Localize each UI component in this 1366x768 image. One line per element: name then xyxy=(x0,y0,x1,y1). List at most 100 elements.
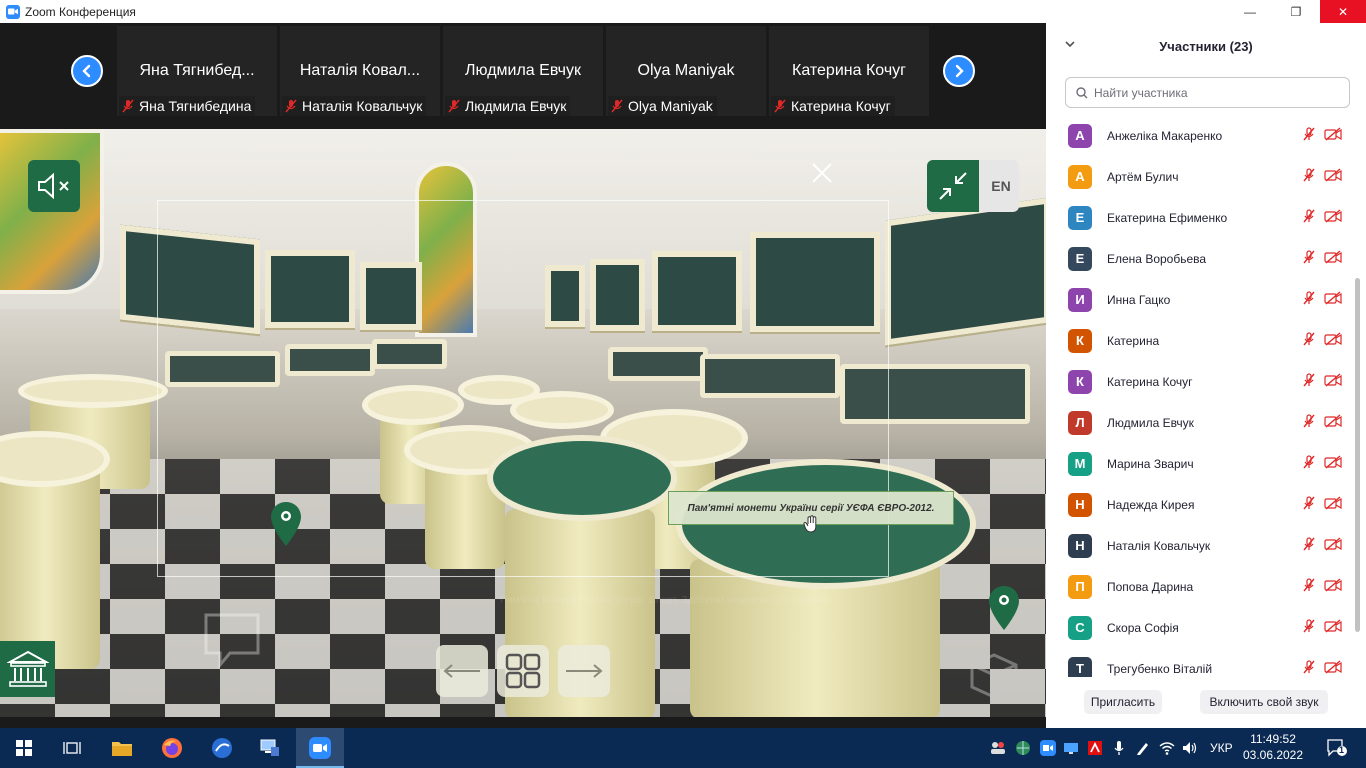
participant-name: Трегубенко Віталій xyxy=(1107,661,1213,676)
participant-search[interactable] xyxy=(1065,77,1350,108)
video-off-icon[interactable] xyxy=(1324,578,1342,597)
globe-tray-icon[interactable] xyxy=(1015,740,1031,756)
search-icon xyxy=(1076,86,1088,98)
participant-row[interactable]: С Скора Софія xyxy=(1046,607,1356,648)
pedestal-top xyxy=(18,374,168,408)
location-pin-icon[interactable] xyxy=(987,584,1021,632)
restore-button[interactable]: ❐ xyxy=(1272,0,1320,23)
people-tray-icon[interactable] xyxy=(990,740,1006,756)
unmute-self-button[interactable]: Включить свой звук xyxy=(1200,690,1328,714)
muted-mic-icon[interactable] xyxy=(1302,660,1316,677)
participant-row[interactable]: А Артём Булич xyxy=(1046,156,1356,197)
video-off-icon[interactable] xyxy=(1324,455,1342,474)
video-off-icon[interactable] xyxy=(1324,373,1342,392)
video-off-icon[interactable] xyxy=(1324,250,1342,269)
video-tile[interactable]: Катерина Кочуг Катерина Кочуг xyxy=(769,26,929,116)
video-tile[interactable]: Наталія Ковал... Наталія Ковальчук xyxy=(280,26,440,116)
exit-fullscreen-button[interactable] xyxy=(927,160,979,212)
video-tile[interactable]: Яна Тягнибед... Яна Тягнибедина xyxy=(117,26,277,116)
participant-row[interactable]: А Анжеліка Макаренко xyxy=(1046,115,1356,156)
video-off-icon[interactable] xyxy=(1324,127,1342,146)
minimize-button[interactable]: — xyxy=(1226,0,1274,23)
muted-mic-icon[interactable] xyxy=(1302,455,1316,474)
muted-mic-icon[interactable] xyxy=(1302,250,1316,269)
museum-home-button[interactable] xyxy=(0,641,55,697)
muted-mic-icon[interactable] xyxy=(1302,619,1316,638)
cube-view-icon[interactable] xyxy=(966,651,1022,699)
video-off-icon[interactable] xyxy=(1324,291,1342,310)
muted-mic-icon[interactable] xyxy=(1302,291,1316,310)
muted-mic-icon xyxy=(122,99,134,113)
video-tile[interactable]: Olya Maniyak Olya Maniyak xyxy=(606,26,766,116)
zoom-tray-icon[interactable] xyxy=(1040,740,1056,756)
participant-row[interactable]: П Попова Дарина xyxy=(1046,566,1356,607)
participant-row[interactable]: Е Екатерина Ефименко xyxy=(1046,197,1356,238)
participant-row[interactable]: К Катерина xyxy=(1046,320,1356,361)
muted-mic-icon[interactable] xyxy=(1302,414,1316,433)
participant-row[interactable]: Н Наталія Ковальчук xyxy=(1046,525,1356,566)
muted-mic-icon[interactable] xyxy=(1302,127,1316,146)
video-off-icon[interactable] xyxy=(1324,414,1342,433)
muted-mic-icon[interactable] xyxy=(1302,209,1316,228)
chevron-right-icon xyxy=(955,64,964,78)
start-button[interactable] xyxy=(0,728,48,768)
keyboard-language[interactable]: УКР xyxy=(1210,741,1233,755)
participant-name: Попова Дарина xyxy=(1107,579,1194,594)
participant-row[interactable]: Т Трегубенко Віталій xyxy=(1046,648,1356,677)
chevron-down-icon[interactable] xyxy=(1064,39,1076,49)
video-off-icon[interactable] xyxy=(1324,660,1342,677)
browser-button[interactable] xyxy=(198,728,246,768)
participants-footer: Пригласить Включить свой звук xyxy=(1046,687,1366,717)
pen-tray-icon[interactable] xyxy=(1135,740,1151,756)
close-overlay-icon[interactable] xyxy=(810,161,834,185)
location-pin-icon[interactable] xyxy=(269,500,303,548)
video-off-icon[interactable] xyxy=(1324,168,1342,187)
network-app-button[interactable] xyxy=(246,728,294,768)
muted-mic-icon[interactable] xyxy=(1302,168,1316,187)
comment-icon[interactable] xyxy=(200,611,264,671)
next-scene-button[interactable] xyxy=(558,645,610,697)
notifications-button[interactable]: 1 xyxy=(1326,739,1348,757)
muted-mic-icon[interactable] xyxy=(1302,537,1316,556)
scene-grid-button[interactable] xyxy=(497,645,549,697)
participant-row[interactable]: И Инна Гацко xyxy=(1046,279,1356,320)
video-off-icon[interactable] xyxy=(1324,496,1342,515)
muted-mic-icon[interactable] xyxy=(1302,496,1316,515)
close-window-button[interactable]: ✕ xyxy=(1320,0,1366,23)
display-tray-icon[interactable] xyxy=(1063,740,1079,756)
participant-row[interactable]: Е Елена Воробьева xyxy=(1046,238,1356,279)
video-off-icon[interactable] xyxy=(1324,209,1342,228)
microphone-tray-icon[interactable] xyxy=(1111,740,1127,756)
zoom-taskbar-button[interactable] xyxy=(296,728,344,768)
participant-row[interactable]: Н Надежда Кирея xyxy=(1046,484,1356,525)
sound-toggle-button[interactable] xyxy=(28,160,80,212)
volume-tray-icon[interactable] xyxy=(1182,740,1198,756)
muted-mic-icon[interactable] xyxy=(1302,332,1316,351)
muted-mic-icon[interactable] xyxy=(1302,578,1316,597)
next-page-button[interactable] xyxy=(943,55,975,87)
tile-label-text: Наталія Ковальчук xyxy=(302,98,423,114)
language-toggle[interactable]: EN xyxy=(983,160,1019,212)
shared-screen-tour[interactable]: EN Пам'ятні монети України серії УЄФА ЄВ… xyxy=(0,129,1046,717)
participant-row[interactable]: К Катерина Кочуг xyxy=(1046,361,1356,402)
video-off-icon[interactable] xyxy=(1324,537,1342,556)
prev-page-button[interactable] xyxy=(71,55,103,87)
search-input[interactable] xyxy=(1094,85,1334,100)
file-explorer-button[interactable] xyxy=(98,728,146,768)
video-off-icon[interactable] xyxy=(1324,332,1342,351)
wifi-tray-icon[interactable] xyxy=(1159,740,1175,756)
system-clock[interactable]: 11:49:52 03.06.2022 xyxy=(1238,731,1308,763)
video-off-icon[interactable] xyxy=(1324,619,1342,638)
invite-button[interactable]: Пригласить xyxy=(1084,690,1162,714)
amd-tray-icon[interactable] xyxy=(1087,740,1103,756)
image-caption: Пам'ятні монети України (серія: Спорт, З… xyxy=(500,595,830,606)
firefox-button[interactable] xyxy=(148,728,196,768)
participants-scrollbar[interactable] xyxy=(1355,278,1360,632)
muted-mic-icon[interactable] xyxy=(1302,373,1316,392)
participant-row[interactable]: М Марина Зварич xyxy=(1046,443,1356,484)
video-tile[interactable]: Людмила Евчук Людмила Евчук xyxy=(443,26,603,116)
task-view-button[interactable] xyxy=(48,728,96,768)
muted-mic-icon xyxy=(611,99,623,113)
participant-row[interactable]: Л Людмила Евчук xyxy=(1046,402,1356,443)
previous-scene-button[interactable] xyxy=(436,645,488,697)
